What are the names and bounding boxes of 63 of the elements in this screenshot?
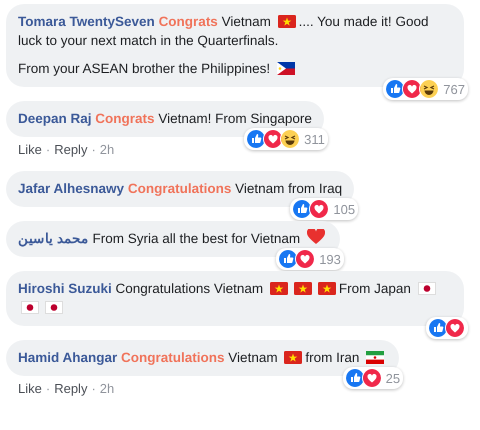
vietnam-flag-icon [294, 282, 312, 295]
love-icon [402, 79, 422, 99]
vietnam-flag-icon [278, 15, 296, 28]
commenter-name[interactable]: Tomara TwentySeven [18, 14, 155, 29]
reaction-badge[interactable] [426, 317, 468, 339]
comment-text: From Japan [338, 281, 411, 296]
reaction-count: 105 [333, 202, 356, 216]
love-icon [309, 199, 330, 219]
reaction-badge[interactable]: 767 [383, 78, 468, 100]
comment-text: Congratulations Vietnam [121, 350, 278, 365]
heart-icon [306, 229, 325, 245]
comment-text: Congrats Vietnam [158, 14, 271, 29]
like-link[interactable]: Like [18, 142, 42, 157]
comment-text: From your ASEAN brother the Philippines! [18, 61, 270, 76]
commenter-name[interactable]: محمد ياسين [18, 231, 89, 246]
commenter-name[interactable]: Deepan Raj [18, 111, 92, 126]
separator-dot: · [91, 142, 96, 157]
philippines-flag-icon [276, 62, 295, 75]
like-icon [278, 249, 298, 269]
iran-flag-icon [366, 351, 384, 364]
comment-text: .... You made it! Good [298, 14, 428, 29]
commenter-name[interactable]: Hiroshi Suzuki [18, 281, 112, 296]
comment-text: from Iran [305, 350, 360, 365]
reaction-badge[interactable]: 105 [290, 198, 358, 220]
comment-text: Congratulations Vietnam from Iraq [128, 181, 342, 196]
reply-link[interactable]: Reply [54, 381, 88, 396]
comment-text: From Syria all the best for Vietnam [92, 231, 300, 246]
reaction-count: 767 [443, 82, 465, 96]
reaction-count: 25 [386, 370, 400, 386]
japan-flag-icon [21, 301, 39, 314]
love-icon [362, 368, 382, 388]
like-icon [246, 129, 266, 149]
reply-link[interactable]: Reply [54, 142, 88, 157]
commenter-name[interactable]: Jafar Alhesnawy [18, 181, 124, 196]
separator-dot: · [46, 142, 50, 157]
reaction-badge[interactable]: 311 [244, 128, 328, 150]
reaction-count: 311 [304, 132, 325, 146]
vietnam-flag-icon [318, 282, 336, 295]
vietnam-flag-icon [270, 282, 288, 295]
japan-flag-icon [45, 301, 63, 314]
like-icon [385, 79, 406, 99]
comment-text: luck to your next match in the Quarterfinals. [18, 33, 278, 48]
like-link[interactable]: Like [18, 381, 42, 396]
love-icon [295, 249, 316, 269]
love-icon [445, 318, 465, 338]
like-icon [344, 368, 365, 388]
reaction-count: 193 [319, 252, 341, 266]
comment-text: Congratulations Vietnam [116, 281, 264, 296]
like-icon [292, 199, 312, 219]
haha-icon [280, 129, 300, 149]
comment-time: 2h [100, 142, 114, 157]
reaction-badge[interactable]: 25 [342, 367, 404, 389]
japan-flag-icon [418, 282, 436, 295]
commenter-name[interactable]: Hamid Ahangar [18, 350, 118, 365]
separator-dot: · [91, 381, 96, 396]
like-icon [428, 318, 448, 338]
comment-text: Congrats Vietnam! From Singapore [95, 111, 312, 126]
haha-icon [419, 79, 440, 99]
vietnam-flag-icon [284, 351, 302, 364]
comment-time: 2h [100, 381, 114, 396]
separator-dot: · [46, 381, 50, 396]
reaction-badge[interactable]: 193 [276, 248, 344, 270]
love-icon [263, 129, 284, 149]
